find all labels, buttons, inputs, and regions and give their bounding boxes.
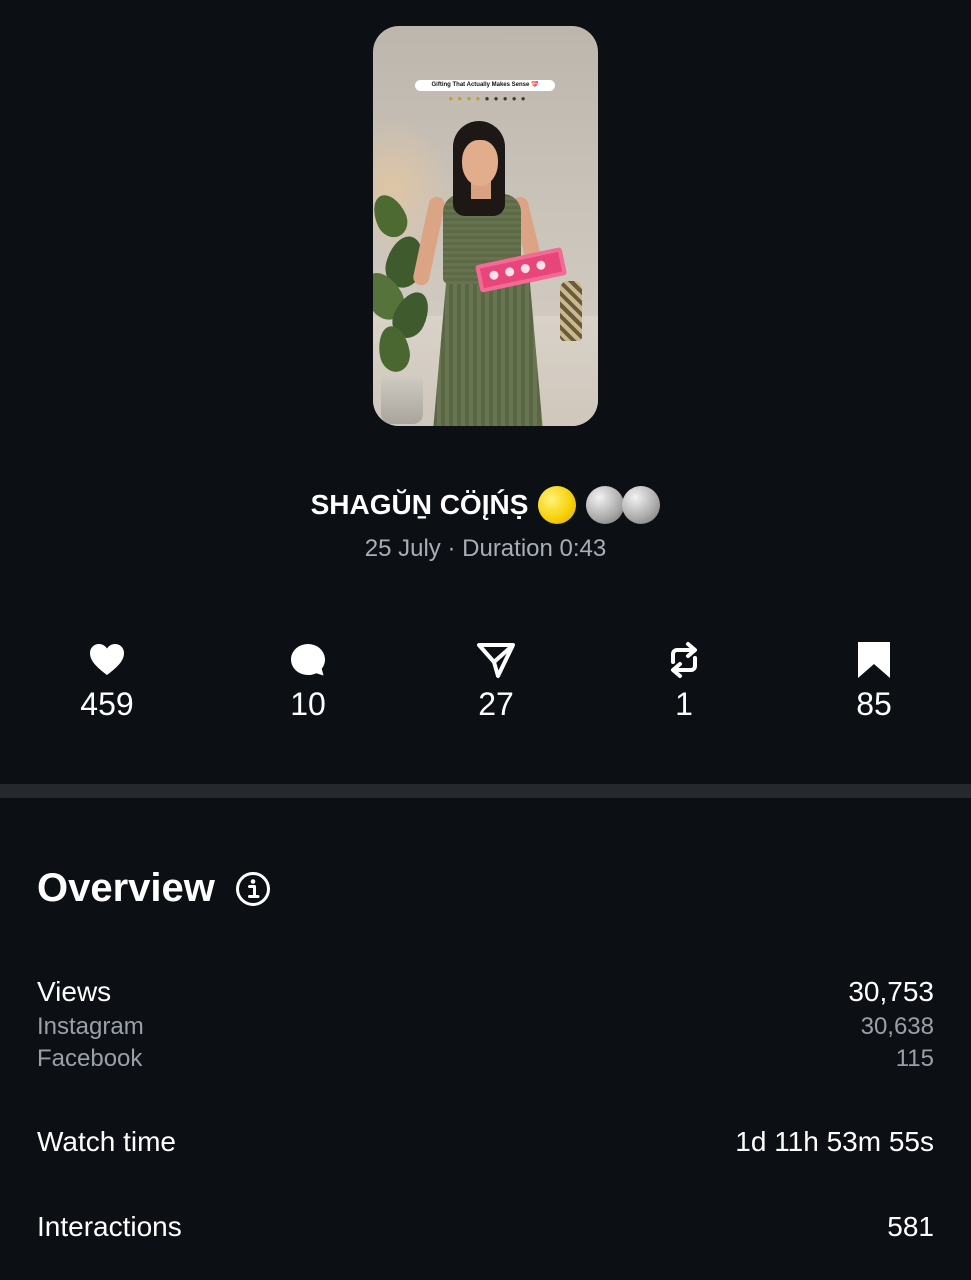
likes-count: 459 — [80, 686, 134, 722]
thumbnail-plant-pot — [381, 376, 423, 424]
saves-count: 85 — [856, 686, 892, 722]
thumbnail-person-face — [462, 140, 498, 186]
overview-title: Overview — [37, 866, 215, 910]
views-instagram-row: Instagram 30,638 — [37, 1013, 934, 1041]
views-row[interactable]: Views 30,753 — [37, 976, 934, 1008]
shares-stat[interactable]: 27 — [416, 640, 576, 723]
silver-coin-icon — [586, 486, 625, 524]
views-value: 30,753 — [848, 976, 934, 1007]
reel-thumbnail[interactable]: Gifting That Actually Makes Sense 💝 ● ● … — [373, 26, 598, 426]
thumbnail-coin-emojis: ● ● ● ● ● ● ● ● ● — [448, 94, 527, 103]
views-instagram-value: 30,638 — [860, 1013, 934, 1040]
shares-count: 27 — [478, 686, 514, 722]
repost-icon — [671, 642, 697, 678]
reposts-stat[interactable]: 1 — [604, 640, 764, 723]
gold-coin-icon — [538, 486, 577, 524]
comments-stat[interactable]: 10 — [228, 640, 388, 723]
info-icon[interactable] — [235, 871, 271, 907]
interactions-value: 581 — [887, 1211, 934, 1242]
interactions-row[interactable]: Interactions 581 — [37, 1211, 934, 1243]
section-divider — [0, 784, 971, 798]
reposts-count: 1 — [675, 686, 693, 722]
silver-coin-icon — [622, 486, 661, 524]
heart-icon — [90, 644, 124, 675]
views-facebook-label: Facebook — [37, 1045, 143, 1072]
bookmark-icon — [858, 642, 890, 678]
comment-icon — [291, 644, 325, 676]
views-facebook-value: 115 — [895, 1045, 934, 1072]
likes-stat[interactable]: 459 — [27, 640, 187, 723]
thumbnail-person-skirt — [433, 281, 543, 426]
watch-time-value: 1d 11h 53m 55s — [735, 1126, 934, 1157]
post-date-duration: 25 July · Duration 0:43 — [364, 535, 607, 562]
saves-stat[interactable]: 85 — [794, 640, 954, 723]
thumbnail-vase — [560, 281, 582, 341]
share-icon — [477, 643, 515, 678]
views-facebook-row: Facebook 115 — [37, 1045, 934, 1073]
watch-time-row[interactable]: Watch time 1d 11h 53m 55s — [37, 1126, 934, 1158]
comments-count: 10 — [290, 686, 326, 722]
overview-heading: Overview — [37, 866, 271, 911]
post-title-text: SHAGŬṈ CÖĮŃṢ — [310, 489, 529, 520]
views-label: Views — [37, 976, 112, 1007]
views-instagram-label: Instagram — [37, 1013, 144, 1040]
thumbnail-caption: Gifting That Actually Makes Sense 💝 — [415, 80, 555, 91]
watch-time-label: Watch time — [37, 1126, 176, 1157]
post-title: SHAGŬṈ CÖĮŃṢ — [0, 486, 971, 524]
interactions-label: Interactions — [37, 1211, 182, 1242]
